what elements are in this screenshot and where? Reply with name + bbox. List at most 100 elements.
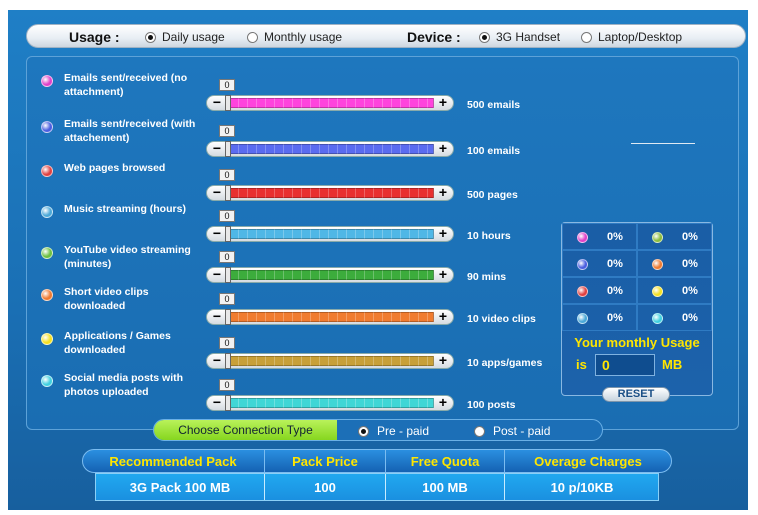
category-dot-icon [41, 375, 53, 387]
daily-usage-radio[interactable] [145, 31, 156, 43]
slider-track[interactable] [228, 356, 434, 366]
header-pack-price: Pack Price [292, 454, 358, 469]
usage-share-percent: 0% [607, 258, 623, 270]
usage-slider[interactable]: 0 − + [206, 79, 454, 111]
prepaid-option[interactable]: Pre - paid [358, 424, 429, 438]
slider-track[interactable] [228, 229, 434, 239]
slider-track[interactable] [228, 270, 434, 280]
slider-frame: − + [206, 95, 454, 111]
usage-share-percent: 0% [682, 231, 698, 243]
prepaid-radio[interactable] [358, 425, 369, 437]
monthly-usage-option[interactable]: Monthly usage [247, 30, 342, 44]
laptop-radio[interactable] [581, 31, 592, 43]
postpaid-option[interactable]: Post - paid [474, 424, 550, 438]
laptop-option[interactable]: Laptop/Desktop [581, 30, 682, 44]
decrement-button[interactable]: − [210, 95, 224, 109]
usage-slider[interactable]: 0 − + [206, 293, 454, 325]
increment-button[interactable]: + [436, 309, 450, 323]
slider-frame: − + [206, 141, 454, 157]
usage-row-label: Social media posts with photos uploaded [64, 372, 184, 398]
cell-pack-price: 100 [314, 480, 336, 495]
usage-share-cell: 0% [637, 250, 712, 277]
monthly-usage-radio[interactable] [247, 31, 258, 43]
postpaid-radio[interactable] [474, 425, 485, 437]
monthly-usage-value: 0 [595, 354, 655, 376]
usage-share-percent: 0% [607, 231, 623, 243]
increment-button[interactable]: + [436, 267, 450, 281]
slider-value: 0 [219, 169, 235, 181]
usage-row-label: Emails sent/received (no attachment) [64, 72, 188, 98]
category-dot-icon [652, 259, 663, 270]
increment-button[interactable]: + [436, 395, 450, 409]
slider-frame: − + [206, 395, 454, 411]
slider-max-label: 10 video clips [467, 313, 536, 325]
category-dot-icon [41, 75, 53, 87]
cell-free-quota: 100 MB [422, 480, 468, 495]
usage-share-percent: 0% [682, 258, 698, 270]
slider-handle[interactable] [225, 395, 231, 411]
handset-radio[interactable] [479, 31, 490, 43]
header-recommended-pack: Recommended Pack [109, 454, 237, 469]
category-dot-icon [577, 232, 588, 243]
usage-slider[interactable]: 0 − + [206, 379, 454, 411]
decrement-button[interactable]: − [210, 267, 224, 281]
reset-button[interactable]: RESET [602, 387, 670, 402]
usage-label: Usage : [69, 29, 120, 45]
category-dot-icon [41, 121, 53, 133]
slider-track[interactable] [228, 188, 434, 198]
pack-table-row: 3G Pack 100 MB 100 100 MB 10 p/10KB [95, 473, 659, 501]
usage-row-label: YouTube video streaming (minutes) [64, 244, 191, 270]
usage-summary-panel: 0% 0% 0% 0% 0% 0% 0% 0% Your monthly Usa… [561, 222, 713, 402]
usage-row: Web pages browsed 0 − + 500 pages [27, 157, 547, 201]
monthly-usage-is: is [576, 357, 587, 372]
divider-line [631, 143, 695, 144]
usage-share-cell: 0% [562, 277, 637, 304]
decrement-button[interactable]: − [210, 395, 224, 409]
usage-row: Short video clips downloaded 0 − + 10 vi… [27, 281, 547, 325]
slider-max-label: 100 emails [467, 145, 521, 157]
monthly-usage-title: Your monthly Usage [574, 335, 700, 350]
slider-handle[interactable] [225, 141, 231, 157]
device-label: Device : [407, 29, 461, 45]
slider-value: 0 [219, 379, 235, 391]
usage-share-percent: 0% [682, 312, 698, 324]
usage-row: Emails sent/received (with attachement) … [27, 113, 547, 157]
usage-share-cell: 0% [562, 304, 637, 331]
slider-track[interactable] [228, 98, 434, 108]
usage-share-cell: 0% [637, 223, 712, 250]
monthly-usage-row: is 0 MB [562, 354, 712, 376]
category-dot-icon [652, 232, 663, 243]
usage-row-label: Music streaming (hours) [64, 203, 186, 215]
increment-button[interactable]: + [436, 141, 450, 155]
daily-usage-option[interactable]: Daily usage [145, 30, 225, 44]
slider-track[interactable] [228, 144, 434, 154]
slider-track[interactable] [228, 398, 434, 408]
cell-recommended-pack: 3G Pack 100 MB [129, 480, 231, 495]
category-dot-icon [577, 286, 588, 297]
usage-row: Emails sent/received (no attachment) 0 −… [27, 67, 547, 111]
usage-share-cell: 0% [637, 304, 712, 331]
category-dot-icon [41, 247, 53, 259]
prepaid-label: Pre - paid [377, 424, 430, 438]
decrement-button[interactable]: − [210, 353, 224, 367]
laptop-label: Laptop/Desktop [598, 30, 683, 44]
usage-slider[interactable]: 0 − + [206, 125, 454, 157]
slider-value: 0 [219, 251, 235, 263]
increment-button[interactable]: + [436, 353, 450, 367]
slider-max-label: 500 emails [467, 99, 521, 111]
increment-button[interactable]: + [436, 95, 450, 109]
connection-type-bar: Choose Connection Type Pre - paid Post -… [153, 419, 603, 441]
handset-option[interactable]: 3G Handset [479, 30, 560, 44]
slider-handle[interactable] [225, 309, 231, 325]
slider-value: 0 [219, 210, 235, 222]
slider-handle[interactable] [225, 95, 231, 111]
slider-track[interactable] [228, 312, 434, 322]
usage-share-percent: 0% [682, 285, 698, 297]
slider-value: 0 [219, 293, 235, 305]
slider-value: 0 [219, 337, 235, 349]
daily-usage-label: Daily usage [162, 30, 225, 44]
usage-share-percent: 0% [607, 285, 623, 297]
usage-row-label: Web pages browsed [64, 162, 166, 174]
decrement-button[interactable]: − [210, 141, 224, 155]
decrement-button[interactable]: − [210, 309, 224, 323]
